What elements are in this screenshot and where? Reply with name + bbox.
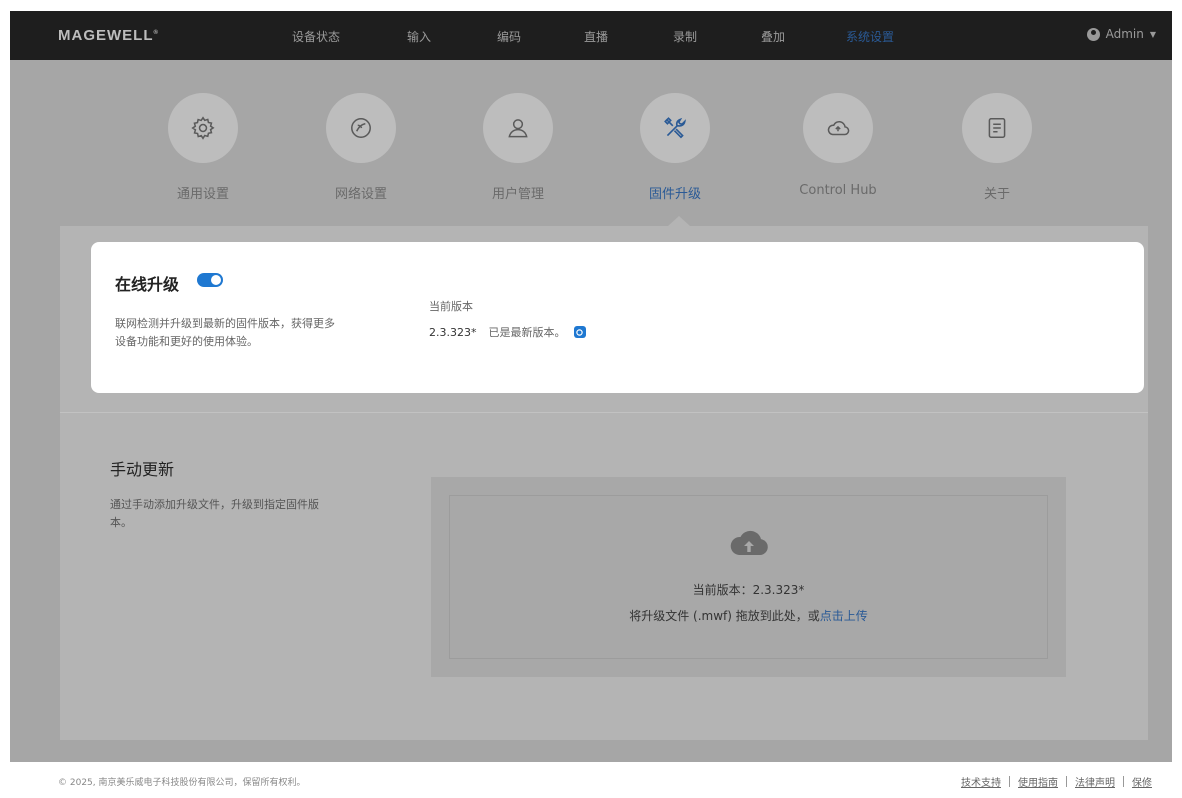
footer-separator bbox=[1009, 776, 1010, 787]
magewell-logo[interactable]: MAGEWELL® bbox=[58, 27, 159, 44]
manual-update-description: 通过手动添加升级文件，升级到指定固件版本。 bbox=[110, 498, 319, 529]
nav-live[interactable]: 直播 bbox=[584, 28, 608, 45]
online-upgrade-card: 在线升级 联网检测并升级到最新的固件版本，获得更多设备功能和更好的使用体验。 当… bbox=[91, 242, 1144, 393]
tab-label: 固件升级 bbox=[648, 187, 701, 202]
tab-control-hub[interactable]: Control Hub bbox=[783, 93, 893, 198]
footer-link-support[interactable]: 技术支持 bbox=[961, 774, 1001, 789]
user-icon bbox=[1086, 27, 1100, 41]
nav-record[interactable]: 录制 bbox=[673, 28, 697, 45]
user-icon bbox=[508, 119, 528, 138]
tab-firmware-upgrade[interactable]: 固件升级 bbox=[620, 93, 730, 202]
footer-links: 技术支持 使用指南 法律声明 保修 bbox=[961, 774, 1152, 789]
current-version-value: 2.3.323* bbox=[429, 325, 477, 339]
upload-dropzone[interactable] bbox=[449, 495, 1048, 659]
check-icon bbox=[573, 326, 586, 338]
user-name: Admin bbox=[1105, 27, 1144, 41]
tab-general-settings[interactable]: 通用设置 bbox=[148, 93, 258, 202]
upload-hint-text: 将升级文件 (.mwf) 拖放到此处，或 bbox=[629, 609, 820, 623]
tab-label: 通用设置 bbox=[176, 187, 229, 202]
footer-link-guide[interactable]: 使用指南 bbox=[1018, 774, 1058, 789]
footer-separator bbox=[1123, 776, 1124, 787]
toggle-knob bbox=[211, 275, 221, 285]
current-version-label: 当前版本 bbox=[429, 300, 473, 313]
manual-update-title: 手动更新 bbox=[110, 460, 175, 479]
nav-overlay[interactable]: 叠加 bbox=[761, 28, 785, 45]
footer: © 2025, 南京美乐威电子科技股份有限公司，保留所有权利。 技术支持 使用指… bbox=[0, 762, 1182, 798]
footer-link-legal[interactable]: 法律声明 bbox=[1075, 774, 1115, 789]
tools-icon bbox=[664, 117, 686, 139]
copyright-text: © 2025, 南京美乐威电子科技股份有限公司，保留所有权利。 bbox=[58, 778, 306, 788]
active-tab-pointer bbox=[668, 216, 690, 226]
tab-label: Control Hub bbox=[799, 183, 877, 198]
online-upgrade-toggle[interactable] bbox=[197, 273, 223, 287]
footer-link-warranty[interactable]: 保修 bbox=[1132, 774, 1152, 789]
document-icon bbox=[988, 118, 1006, 138]
nav-encode[interactable]: 编码 bbox=[497, 28, 521, 45]
nav-system-settings[interactable]: 系统设置 bbox=[846, 28, 894, 45]
nav-input[interactable]: 输入 bbox=[407, 28, 431, 45]
click-upload-link[interactable]: 点击上传 bbox=[820, 609, 868, 623]
cloud-icon bbox=[827, 121, 850, 136]
tab-label: 关于 bbox=[983, 187, 1010, 202]
upload-hint: 将升级文件 (.mwf) 拖放到此处，或点击上传 bbox=[449, 607, 1048, 624]
caret-down-icon: ▼ bbox=[1149, 29, 1156, 39]
tab-label: 网络设置 bbox=[334, 187, 387, 202]
tab-user-management[interactable]: 用户管理 bbox=[463, 93, 573, 202]
tab-label: 用户管理 bbox=[491, 187, 544, 202]
footer-separator bbox=[1066, 776, 1067, 787]
gear-icon bbox=[191, 116, 215, 140]
nav-device-status[interactable]: 设备状态 bbox=[292, 28, 340, 45]
network-icon bbox=[351, 118, 371, 138]
user-menu[interactable]: Admin ▼ bbox=[1086, 27, 1156, 41]
upload-current-version: 当前版本：2.3.323* bbox=[692, 583, 805, 597]
section-divider bbox=[60, 412, 1148, 413]
current-version-row: 2.3.323* 已是最新版本。 bbox=[429, 324, 586, 340]
top-navigation-bar: MAGEWELL® 设备状态 输入 编码 直播 录制 叠加 系统设置 Admin… bbox=[10, 11, 1172, 60]
version-status: 已是最新版本。 bbox=[488, 326, 566, 339]
online-upgrade-description: 联网检测并升级到最新的固件版本，获得更多设备功能和更好的使用体验。 bbox=[115, 317, 335, 348]
tab-about[interactable]: 关于 bbox=[942, 93, 1052, 202]
cloud-upload-icon bbox=[730, 530, 768, 555]
online-upgrade-title: 在线升级 bbox=[115, 275, 180, 294]
tab-network-settings[interactable]: 网络设置 bbox=[306, 93, 416, 202]
